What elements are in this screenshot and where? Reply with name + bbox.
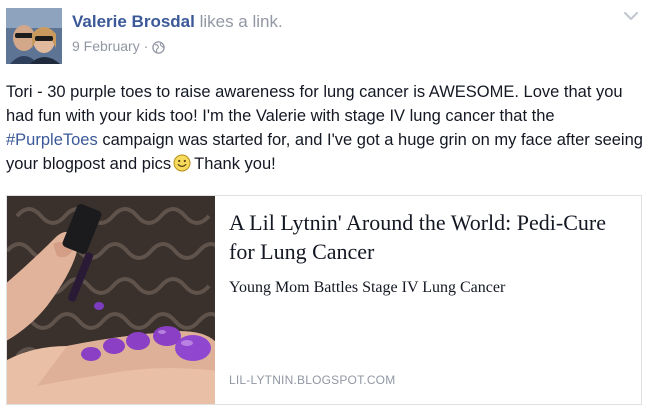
link-thumbnail[interactable] <box>7 196 215 404</box>
message-text: Tori - 30 purple toes to raise awareness… <box>6 83 623 125</box>
message-thanks: Thank you! <box>194 155 276 173</box>
post-message: Tori - 30 purple toes to raise awareness… <box>6 80 646 176</box>
post-meta: 9 February · <box>72 37 166 55</box>
globe-icon[interactable] <box>152 40 166 54</box>
post-date-link[interactable]: 9 February <box>72 37 140 55</box>
profile-photo-icon <box>6 8 62 64</box>
link-preview-card[interactable]: A Lil Lytnin' Around the World: Pedi-Cur… <box>6 195 642 405</box>
smile-emoji-icon <box>173 154 191 172</box>
author-name-link[interactable]: Valerie Brosdal <box>72 12 195 31</box>
facebook-post: Valerie Brosdal likes a link. 9 February… <box>0 0 650 420</box>
chevron-down-icon[interactable] <box>622 9 640 23</box>
painted-toenails-photo <box>7 196 215 404</box>
link-text: A Lil Lytnin' Around the World: Pedi-Cur… <box>229 208 633 298</box>
post-header: Valerie Brosdal likes a link. <box>72 11 283 33</box>
meta-separator: · <box>143 38 149 54</box>
link-title[interactable]: A Lil Lytnin' Around the World: Pedi-Cur… <box>229 208 633 266</box>
hashtag-link[interactable]: #PurpleToes <box>6 131 98 149</box>
message-text-continued: campaign was started for, and I've got a… <box>6 131 643 173</box>
link-domain: LIL-LYTNIN.BLOGSPOT.COM <box>229 373 396 387</box>
avatar[interactable] <box>6 8 62 64</box>
link-subtitle: Young Mom Battles Stage IV Lung Cancer <box>229 279 506 296</box>
post-action-text: likes a link. <box>199 12 283 31</box>
